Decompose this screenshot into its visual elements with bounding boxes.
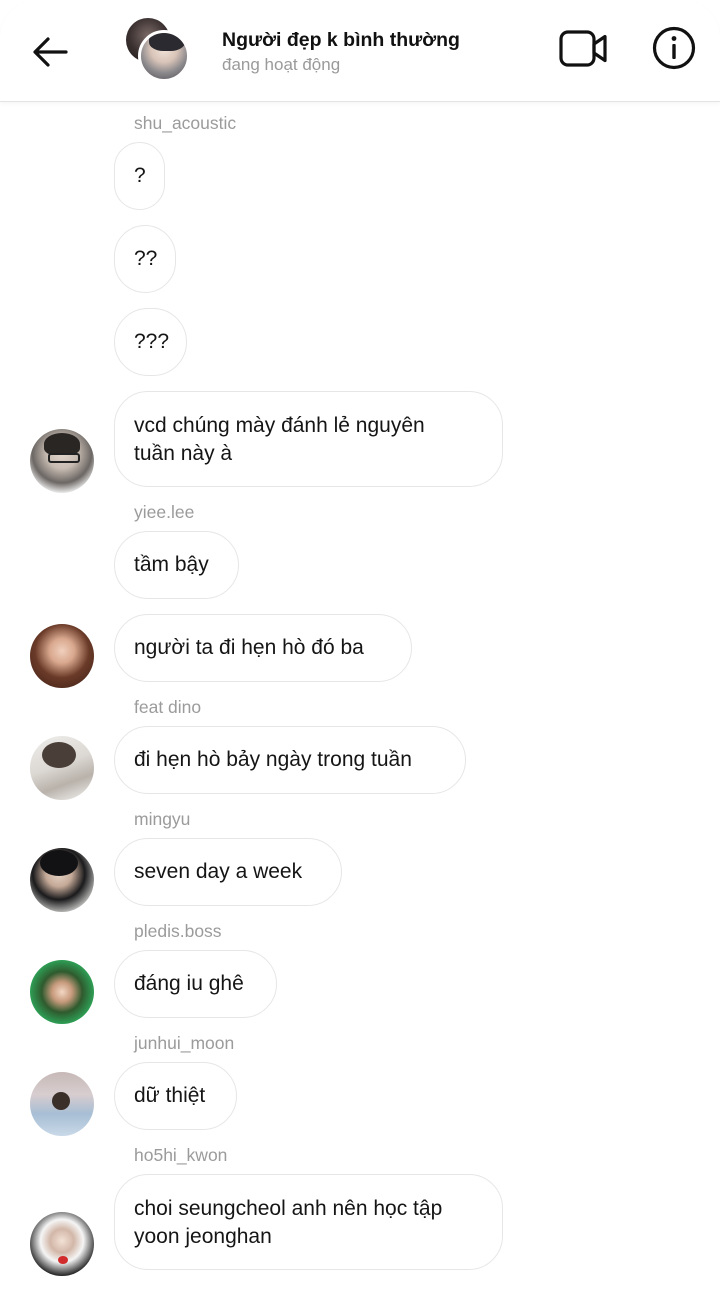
message-bubble[interactable]: đáng iu ghê bbox=[114, 950, 277, 1018]
sender-name: junhui_moon bbox=[134, 1033, 235, 1053]
chat-screen: Người đẹp k bình thường đang hoạt động s… bbox=[0, 0, 720, 1289]
chat-title[interactable]: Người đẹp k bình thường bbox=[222, 29, 460, 52]
message-bubble[interactable]: ?? bbox=[114, 225, 176, 293]
message-text: dữ thiệt bbox=[134, 1084, 206, 1107]
group-avatar-front bbox=[138, 30, 190, 82]
message-bubble[interactable]: vcd chúng mày đánh lẻ nguyên tuần này à bbox=[114, 391, 503, 487]
message-text: seven day a week bbox=[134, 860, 303, 883]
message-text: ? bbox=[134, 164, 146, 187]
message-text: đáng iu ghê bbox=[134, 972, 244, 995]
avatar[interactable] bbox=[30, 1072, 94, 1136]
message-text: người ta đi hẹn hò đó ba bbox=[134, 636, 364, 659]
avatar[interactable] bbox=[30, 1212, 94, 1276]
back-button[interactable] bbox=[30, 30, 70, 74]
sender-name: pledis.boss bbox=[134, 921, 222, 941]
arrow-left-icon bbox=[33, 37, 68, 67]
message-bubble[interactable]: ? bbox=[114, 142, 165, 210]
info-button[interactable] bbox=[652, 26, 696, 70]
message-text: tầm bậy bbox=[134, 553, 209, 576]
avatar[interactable] bbox=[30, 736, 94, 800]
message-bubble[interactable]: ??? bbox=[114, 308, 187, 376]
group-avatar[interactable] bbox=[126, 18, 190, 82]
sender-name: mingyu bbox=[134, 809, 191, 829]
message-bubble[interactable]: tầm bậy bbox=[114, 531, 239, 599]
message-bubble[interactable]: choi seungcheol anh nên học tập yoon jeo… bbox=[114, 1174, 503, 1270]
message-bubble[interactable]: người ta đi hẹn hò đó ba bbox=[114, 614, 412, 682]
message-text: ??? bbox=[134, 330, 170, 353]
message-text: ?? bbox=[134, 247, 158, 270]
avatar[interactable] bbox=[30, 848, 94, 912]
message-bubble[interactable]: dữ thiệt bbox=[114, 1062, 237, 1130]
avatar[interactable] bbox=[30, 429, 94, 493]
info-circle-icon bbox=[652, 26, 696, 70]
message-text: vcd chúng mày đánh lẻ nguyên tuần này à bbox=[134, 414, 425, 465]
chat-header: Người đẹp k bình thường đang hoạt động bbox=[0, 0, 720, 102]
video-camera-icon bbox=[559, 30, 607, 67]
video-call-button[interactable] bbox=[558, 28, 610, 70]
sender-name: shu_acoustic bbox=[134, 113, 237, 133]
active-status: đang hoạt động bbox=[222, 55, 341, 74]
message-bubble[interactable]: seven day a week bbox=[114, 838, 342, 906]
message-bubble[interactable]: đi hẹn hò bảy ngày trong tuần bbox=[114, 726, 466, 794]
message-text: đi hẹn hò bảy ngày trong tuần bbox=[134, 748, 412, 771]
sender-name: yiee.lee bbox=[134, 502, 195, 522]
avatar[interactable] bbox=[30, 960, 94, 1024]
sender-name: ho5hi_kwon bbox=[134, 1145, 228, 1165]
message-text: choi seungcheol anh nên học tập yoon jeo… bbox=[134, 1197, 443, 1248]
sender-name: feat dino bbox=[134, 697, 202, 717]
avatar[interactable] bbox=[30, 624, 94, 688]
